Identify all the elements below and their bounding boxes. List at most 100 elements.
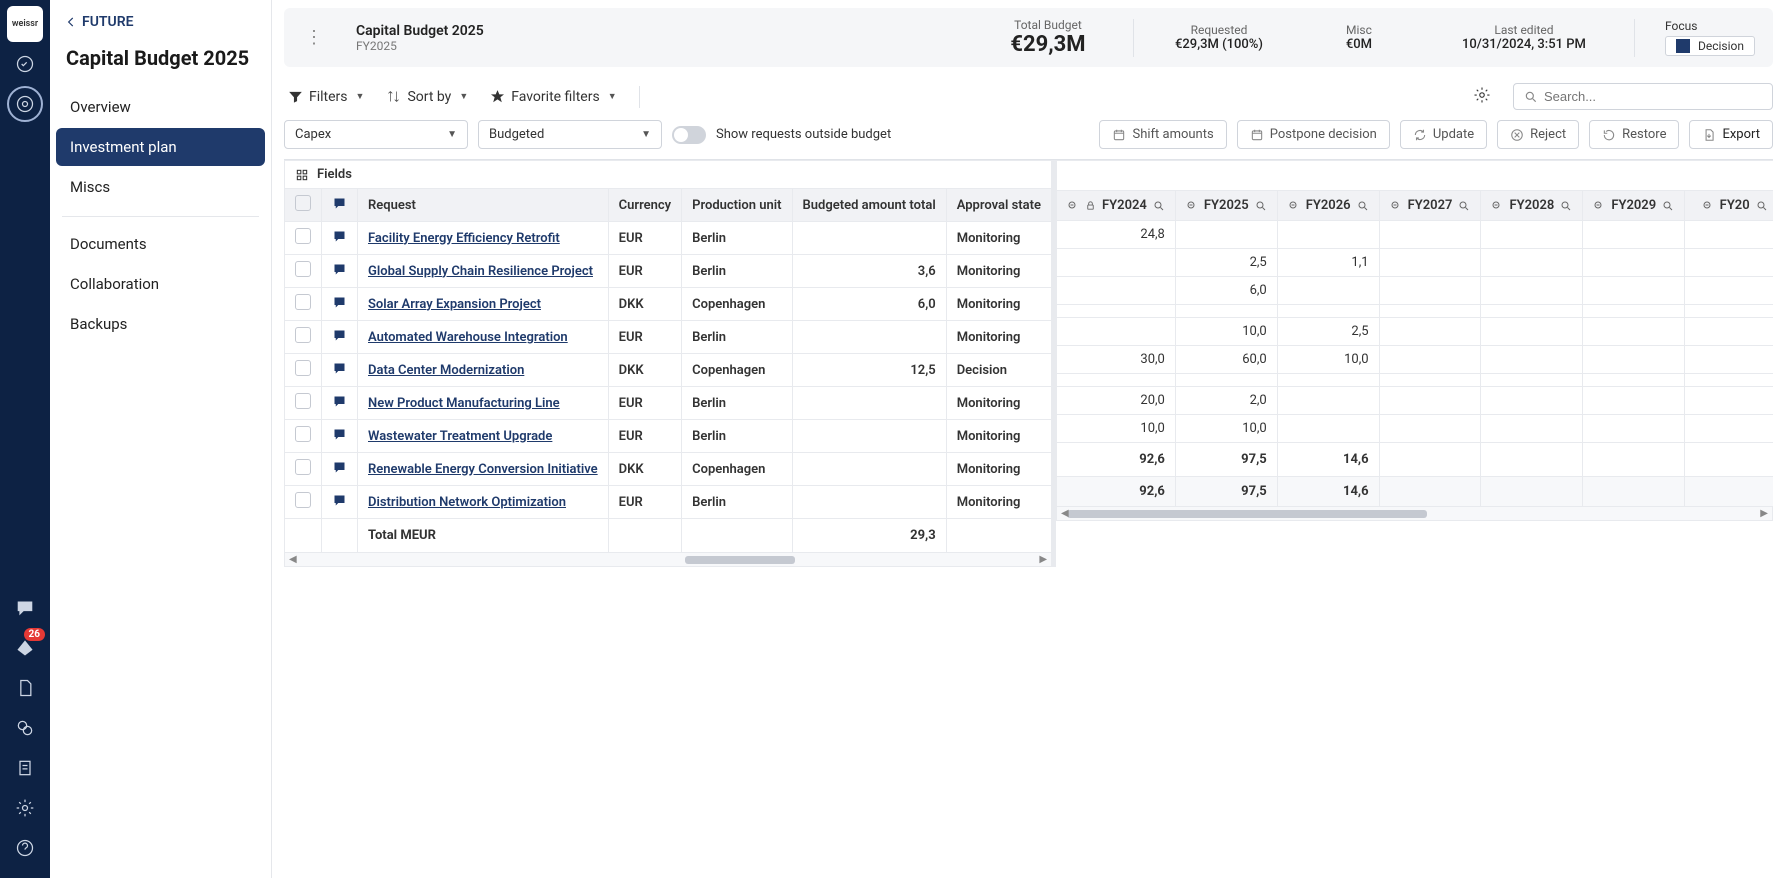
cell-year-value[interactable]: 60,0 [1175,346,1277,374]
transfer-icon[interactable] [7,710,43,746]
row-comment-icon[interactable] [332,497,347,512]
request-link[interactable]: Distribution Network Optimization [368,495,566,510]
cell-year-value[interactable]: 2,5 [1277,318,1379,346]
table-row[interactable]: Facility Energy Efficiency Retrofit EUR … [285,222,1052,255]
row-checkbox[interactable] [295,228,311,244]
cell-year-value[interactable] [1057,305,1176,318]
cell-year-value[interactable] [1583,277,1685,305]
col-currency[interactable]: Currency [608,189,681,222]
cell-year-value[interactable] [1685,415,1773,443]
table-row[interactable]: 24,8 [1057,221,1773,249]
cell-year-value[interactable] [1583,415,1685,443]
cell-year-value[interactable]: 10,0 [1175,415,1277,443]
cell-year-value[interactable] [1481,387,1583,415]
toggle-outside-budget[interactable]: Show requests outside budget [672,126,891,144]
request-link[interactable]: Facility Energy Efficiency Retrofit [368,231,560,246]
request-link[interactable]: Wastewater Treatment Upgrade [368,429,552,444]
reject-button[interactable]: Reject [1497,120,1579,149]
left-scrollbar[interactable]: ◀ ▶ [284,553,1052,567]
right-scrollbar[interactable]: ◀ ▶ [1056,507,1773,521]
cell-year-value[interactable] [1481,305,1583,318]
cell-year-value[interactable] [1379,305,1481,318]
table-row[interactable]: Automated Warehouse Integration EUR Berl… [285,321,1052,354]
select-all-checkbox[interactable] [295,195,311,211]
toggle-switch[interactable] [672,126,706,144]
col-production-unit[interactable]: Production unit [682,189,792,222]
request-link[interactable]: Data Center Modernization [368,363,524,378]
cell-year-value[interactable] [1379,277,1481,305]
table-row[interactable]: 2,51,1 [1057,249,1773,277]
cell-year-value[interactable] [1685,387,1773,415]
table-row[interactable] [1057,305,1773,318]
cell-year-value[interactable] [1583,221,1685,249]
cell-year-value[interactable] [1379,318,1481,346]
col-year[interactable]: FY20 [1685,191,1773,221]
row-checkbox[interactable] [295,492,311,508]
cell-year-value[interactable]: 10,0 [1175,318,1277,346]
cell-year-value[interactable] [1583,249,1685,277]
cell-year-value[interactable] [1277,277,1379,305]
request-link[interactable]: Renewable Energy Conversion Initiative [368,462,598,477]
export-button[interactable]: Export [1689,120,1773,149]
cell-year-value[interactable] [1379,249,1481,277]
cell-year-value[interactable] [1583,305,1685,318]
row-checkbox[interactable] [295,327,311,343]
col-year[interactable]: FY2027 [1379,191,1481,221]
row-checkbox[interactable] [295,426,311,442]
cell-year-value[interactable] [1057,318,1176,346]
report-icon[interactable] [7,750,43,786]
settings-gear-icon[interactable] [1473,86,1491,108]
table-row[interactable]: Data Center Modernization DKK Copenhagen… [285,354,1052,387]
notifications-icon[interactable]: 26 [7,630,43,666]
search-input[interactable] [1513,83,1773,110]
sidebar-item-backups[interactable]: Backups [56,305,265,343]
cell-year-value[interactable]: 1,1 [1277,249,1379,277]
cell-year-value[interactable] [1277,305,1379,318]
cell-year-value[interactable]: 30,0 [1057,346,1176,374]
cell-year-value[interactable] [1379,415,1481,443]
cell-year-value[interactable] [1685,318,1773,346]
cell-year-value[interactable] [1175,305,1277,318]
nav-icon-1[interactable] [7,46,43,82]
cell-year-value[interactable] [1277,415,1379,443]
sort-button[interactable]: Sort by▼ [386,89,468,105]
cell-year-value[interactable] [1057,374,1176,387]
table-row[interactable]: Global Supply Chain Resilience Project E… [285,255,1052,288]
cell-year-value[interactable] [1481,221,1583,249]
table-row[interactable]: 6,0 [1057,277,1773,305]
row-comment-icon[interactable] [332,266,347,281]
table-row[interactable]: Wastewater Treatment Upgrade EUR Berlin … [285,420,1052,453]
col-year[interactable]: FY2026 [1277,191,1379,221]
row-checkbox[interactable] [295,360,311,376]
row-comment-icon[interactable] [332,431,347,446]
cell-year-value[interactable] [1175,374,1277,387]
cell-year-value[interactable] [1277,387,1379,415]
cell-year-value[interactable] [1481,415,1583,443]
search-field[interactable] [1544,89,1762,104]
cell-year-value[interactable] [1685,305,1773,318]
cell-year-value[interactable] [1583,346,1685,374]
settings-icon[interactable] [7,790,43,826]
cell-year-value[interactable]: 20,0 [1057,387,1176,415]
request-link[interactable]: Automated Warehouse Integration [368,330,568,345]
row-checkbox[interactable] [295,393,311,409]
fields-label[interactable]: Fields [317,167,352,182]
col-budgeted-amount[interactable]: Budgeted amount total [792,189,946,222]
row-comment-icon[interactable] [332,233,347,248]
table-row[interactable]: 30,060,010,0 [1057,346,1773,374]
cell-year-value[interactable] [1379,387,1481,415]
table-row[interactable]: Renewable Energy Conversion Initiative D… [285,453,1052,486]
cell-year-value[interactable] [1685,249,1773,277]
cell-year-value[interactable] [1379,221,1481,249]
shift-amounts-button[interactable]: Shift amounts [1099,120,1226,149]
sidebar-item-documents[interactable]: Documents [56,225,265,263]
cell-year-value[interactable]: 10,0 [1277,346,1379,374]
row-checkbox[interactable] [295,261,311,277]
cell-year-value[interactable]: 2,0 [1175,387,1277,415]
table-row[interactable]: 10,010,0 [1057,415,1773,443]
cell-year-value[interactable]: 24,8 [1057,221,1176,249]
cell-year-value[interactable] [1481,277,1583,305]
request-link[interactable]: Global Supply Chain Resilience Project [368,264,593,279]
cell-year-value[interactable]: 10,0 [1057,415,1176,443]
sidebar-item-miscs[interactable]: Miscs [56,168,265,206]
